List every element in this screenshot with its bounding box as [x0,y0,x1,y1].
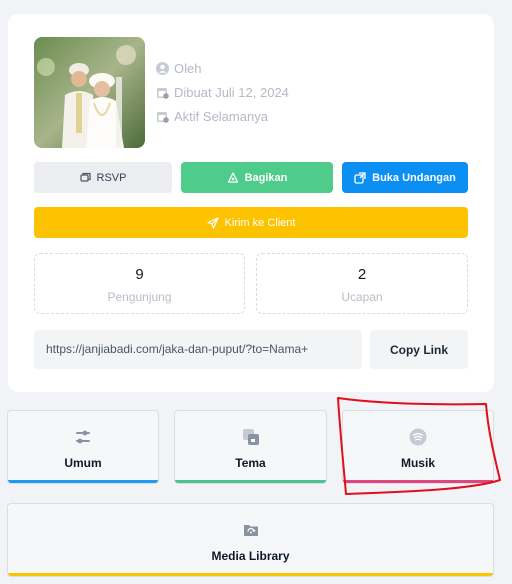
music-icon [343,428,493,446]
visitor-label: Pengunjung [107,290,172,304]
user-icon [156,61,169,75]
created-row: Dibuat Juli 12, 2024 [156,80,289,104]
share-label: Bagikan [244,171,288,184]
invitation-card: Oleh Dibuat Juli 12, 2024 Aktif Selamany… [8,14,494,392]
calendar-check-icon [156,110,169,123]
theme-icon [175,428,326,446]
menu-label-umum: Umum [64,456,102,470]
menu-accent-media-library [8,573,493,576]
visitor-stat: 9 Pengunjung [34,253,245,314]
sliders-icon [8,428,158,446]
rsvp-icon [79,172,91,183]
menu-tile-umum[interactable]: Umum [7,410,159,484]
rsvp-button[interactable]: RSVP [34,162,172,193]
menu-tile-musik[interactable]: Musik [342,410,494,484]
paper-plane-icon [206,216,219,229]
rsvp-label: RSVP [96,171,127,184]
menu-label-media-library: Media Library [211,549,290,563]
menu-accent-musik [343,480,493,483]
open-invitation-button[interactable]: Buka Undangan [342,162,468,193]
couple-photo[interactable] [34,37,145,148]
status-row: Aktif Selamanya [156,104,289,128]
menu-label-tema: Tema [235,456,266,470]
greetings-count: 2 [357,266,367,283]
greetings-label: Ucapan [341,290,383,304]
open-invitation-label: Buka Undangan [372,171,456,184]
external-link-icon [354,171,366,184]
menu-accent-tema [175,480,326,483]
menu-accent-umum [8,480,158,483]
share-button[interactable]: Bagikan [181,162,333,193]
owner-row: Oleh [156,56,289,80]
owner-text: Oleh [174,60,202,76]
visitor-count: 9 [135,266,144,283]
invitation-meta: Oleh Dibuat Juli 12, 2024 Aktif Selamany… [156,56,289,128]
copy-link-button[interactable]: Copy Link [370,330,468,369]
media-library-icon [8,521,493,539]
share-icon [227,171,239,184]
send-to-client-button[interactable]: Kirim ke Client [34,207,468,238]
send-to-client-label: Kirim ke Client [224,216,296,229]
menu-label-musik: Musik [400,456,435,470]
invitation-link-field[interactable]: https://janjiabadi.com/jaka-dan-puput/?t… [34,330,362,369]
calendar-icon [156,86,169,99]
menu-tile-tema[interactable]: Tema [174,410,327,484]
status-text: Aktif Selamanya [174,108,268,124]
greetings-stat: 2 Ucapan [256,253,468,314]
created-text: Dibuat Juli 12, 2024 [174,84,289,100]
menu-tile-media-library[interactable]: Media Library [7,503,494,577]
